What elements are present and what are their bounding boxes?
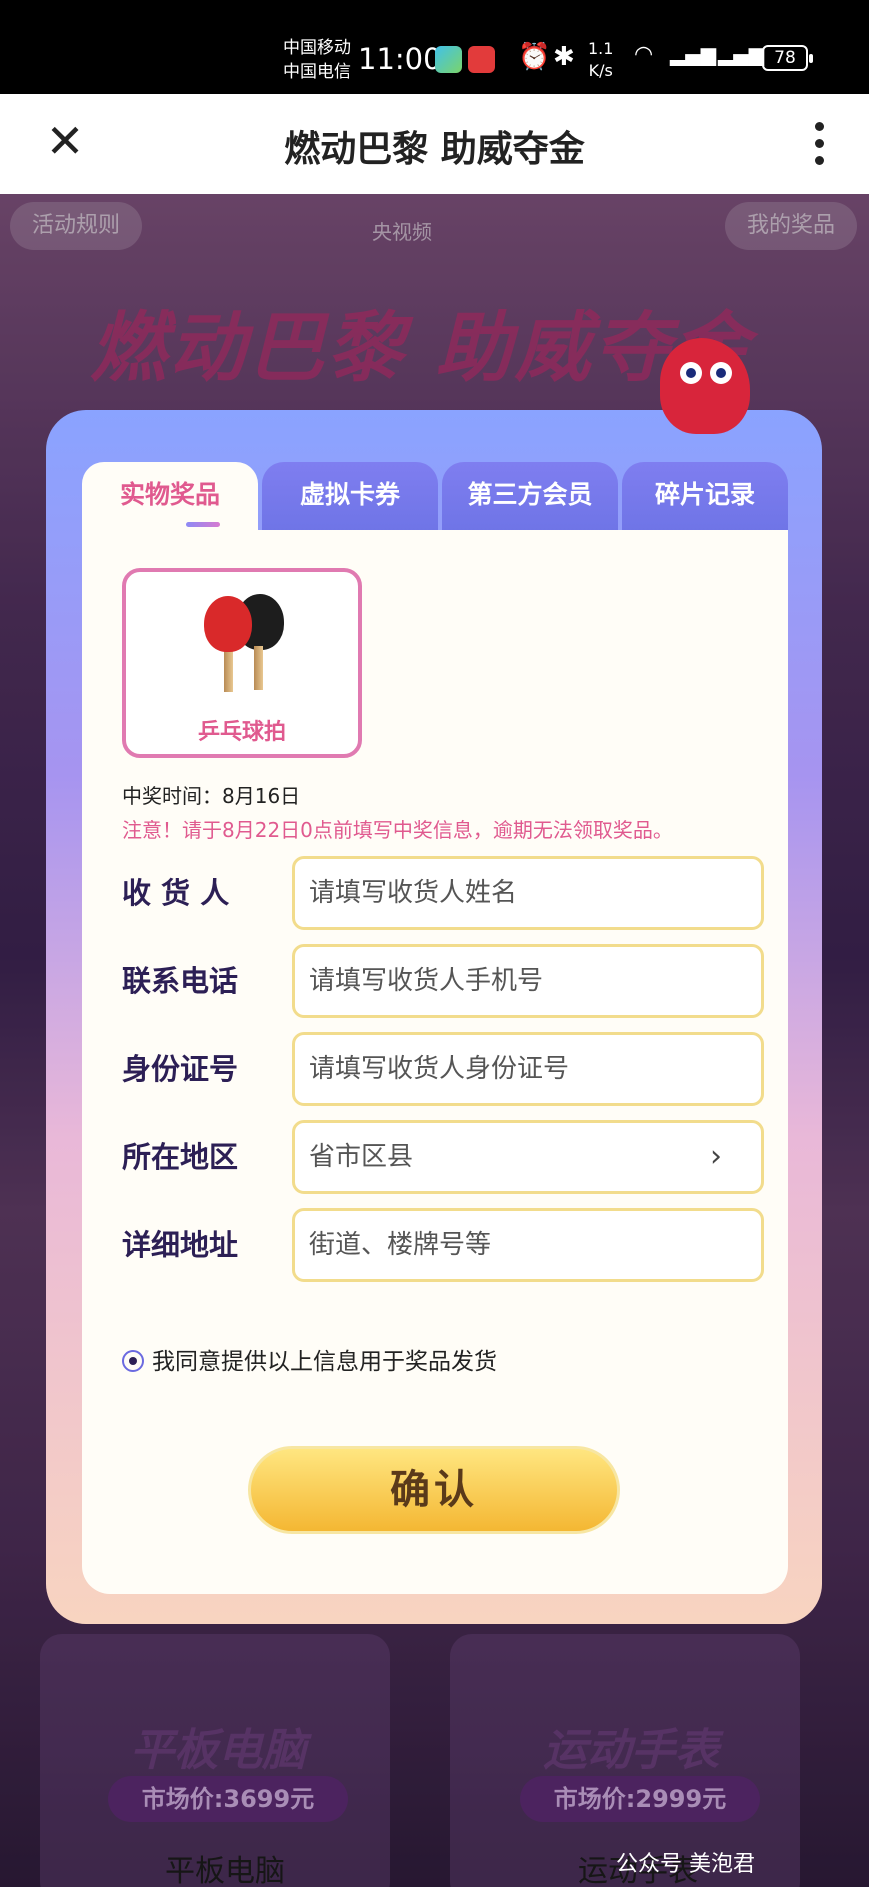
address-input[interactable] xyxy=(292,1208,764,1282)
prize-card: 乒乓球拍 xyxy=(122,568,362,758)
agree-radio[interactable] xyxy=(122,1350,144,1372)
phone-row: 联系电话 xyxy=(122,944,764,1018)
prize-name: 乒乓球拍 xyxy=(197,720,286,745)
mascot-image xyxy=(640,332,770,442)
page-title: 燃动巴黎 助威夺金 xyxy=(284,129,585,170)
carrier-2: 中国电信 xyxy=(283,62,351,82)
watermark: 公众号 美泡君 xyxy=(616,1852,755,1877)
net-speed-unit: K/s xyxy=(588,61,613,80)
battery-indicator: 78 xyxy=(762,45,813,71)
tab-fragment-records[interactable]: 碎片记录 xyxy=(622,462,788,534)
paddle-handle xyxy=(254,646,263,690)
more-options-icon[interactable] xyxy=(809,118,829,168)
wifi-icon: ◠ xyxy=(634,42,654,67)
modal-content: 乒乓球拍 中奖时间：8月16日 注意！请于8月22日0点前填写中奖信息，逾期无法… xyxy=(82,522,788,1594)
tab-virtual-coupons[interactable]: 虚拟卡券 xyxy=(262,462,438,534)
paddle-handle xyxy=(224,648,233,692)
app-notification-icon xyxy=(435,46,462,73)
prize-info-modal: 实物奖品 虚拟卡券 第三方会员 碎片记录 乒乓球拍 中奖时间：8月16日 注意！… xyxy=(46,410,822,1624)
carrier-1: 中国移动 xyxy=(283,38,351,58)
app-notification-icon xyxy=(468,46,495,73)
id-row: 身份证号 xyxy=(122,1032,764,1106)
region-select[interactable]: 省市区县 xyxy=(292,1120,764,1194)
signal-icon: ▂▄▆ xyxy=(670,42,717,66)
agree-checkbox-row[interactable]: 我同意提供以上信息用于奖品发货 xyxy=(122,1342,497,1376)
id-number-input[interactable] xyxy=(292,1032,764,1106)
win-time: 中奖时间：8月16日 xyxy=(122,784,301,808)
net-speed-value: 1.1 xyxy=(588,39,614,58)
chevron-right-icon: › xyxy=(710,1139,722,1174)
recipient-label: 收 货 人 xyxy=(122,876,230,910)
signal-icon: ▂▄▆ xyxy=(718,42,765,66)
address-label: 详细地址 xyxy=(122,1228,239,1262)
phone-label: 联系电话 xyxy=(122,964,239,998)
recipient-input[interactable] xyxy=(292,856,764,930)
address-row: 详细地址 xyxy=(122,1208,764,1282)
bluetooth-icon: ✱ xyxy=(553,42,575,72)
clock: 11:00 xyxy=(358,42,442,76)
phone-input[interactable] xyxy=(292,944,764,1018)
tab-third-party-membership[interactable]: 第三方会员 xyxy=(442,462,618,534)
carrier-info: 中国移动 中国电信 xyxy=(283,36,351,84)
confirm-button[interactable]: 确认 xyxy=(248,1446,620,1534)
active-tab-indicator xyxy=(186,522,220,527)
title-bar: ✕ 燃动巴黎 助威夺金 xyxy=(0,94,869,194)
region-label: 所在地区 xyxy=(122,1140,239,1174)
alarm-icon: ⏰ xyxy=(518,42,551,72)
net-speed: 1.1 K/s xyxy=(588,38,613,82)
tab-physical-prizes[interactable]: 实物奖品 xyxy=(82,462,258,534)
paddle-icon xyxy=(204,596,252,652)
region-row: 所在地区 省市区县 › xyxy=(122,1120,764,1194)
deadline-notice: 注意！请于8月22日0点前填写中奖信息，逾期无法领取奖品。 xyxy=(122,818,673,842)
agree-text: 我同意提供以上信息用于奖品发货 xyxy=(152,1349,497,1375)
recipient-row: 收 货 人 xyxy=(122,856,764,930)
id-label: 身份证号 xyxy=(122,1052,239,1086)
status-bar: 中国移动 中国电信 11:00 ⏰ ✱ 1.1 K/s ◠ ▂▄▆ ▂▄▆ 78 xyxy=(0,0,869,94)
